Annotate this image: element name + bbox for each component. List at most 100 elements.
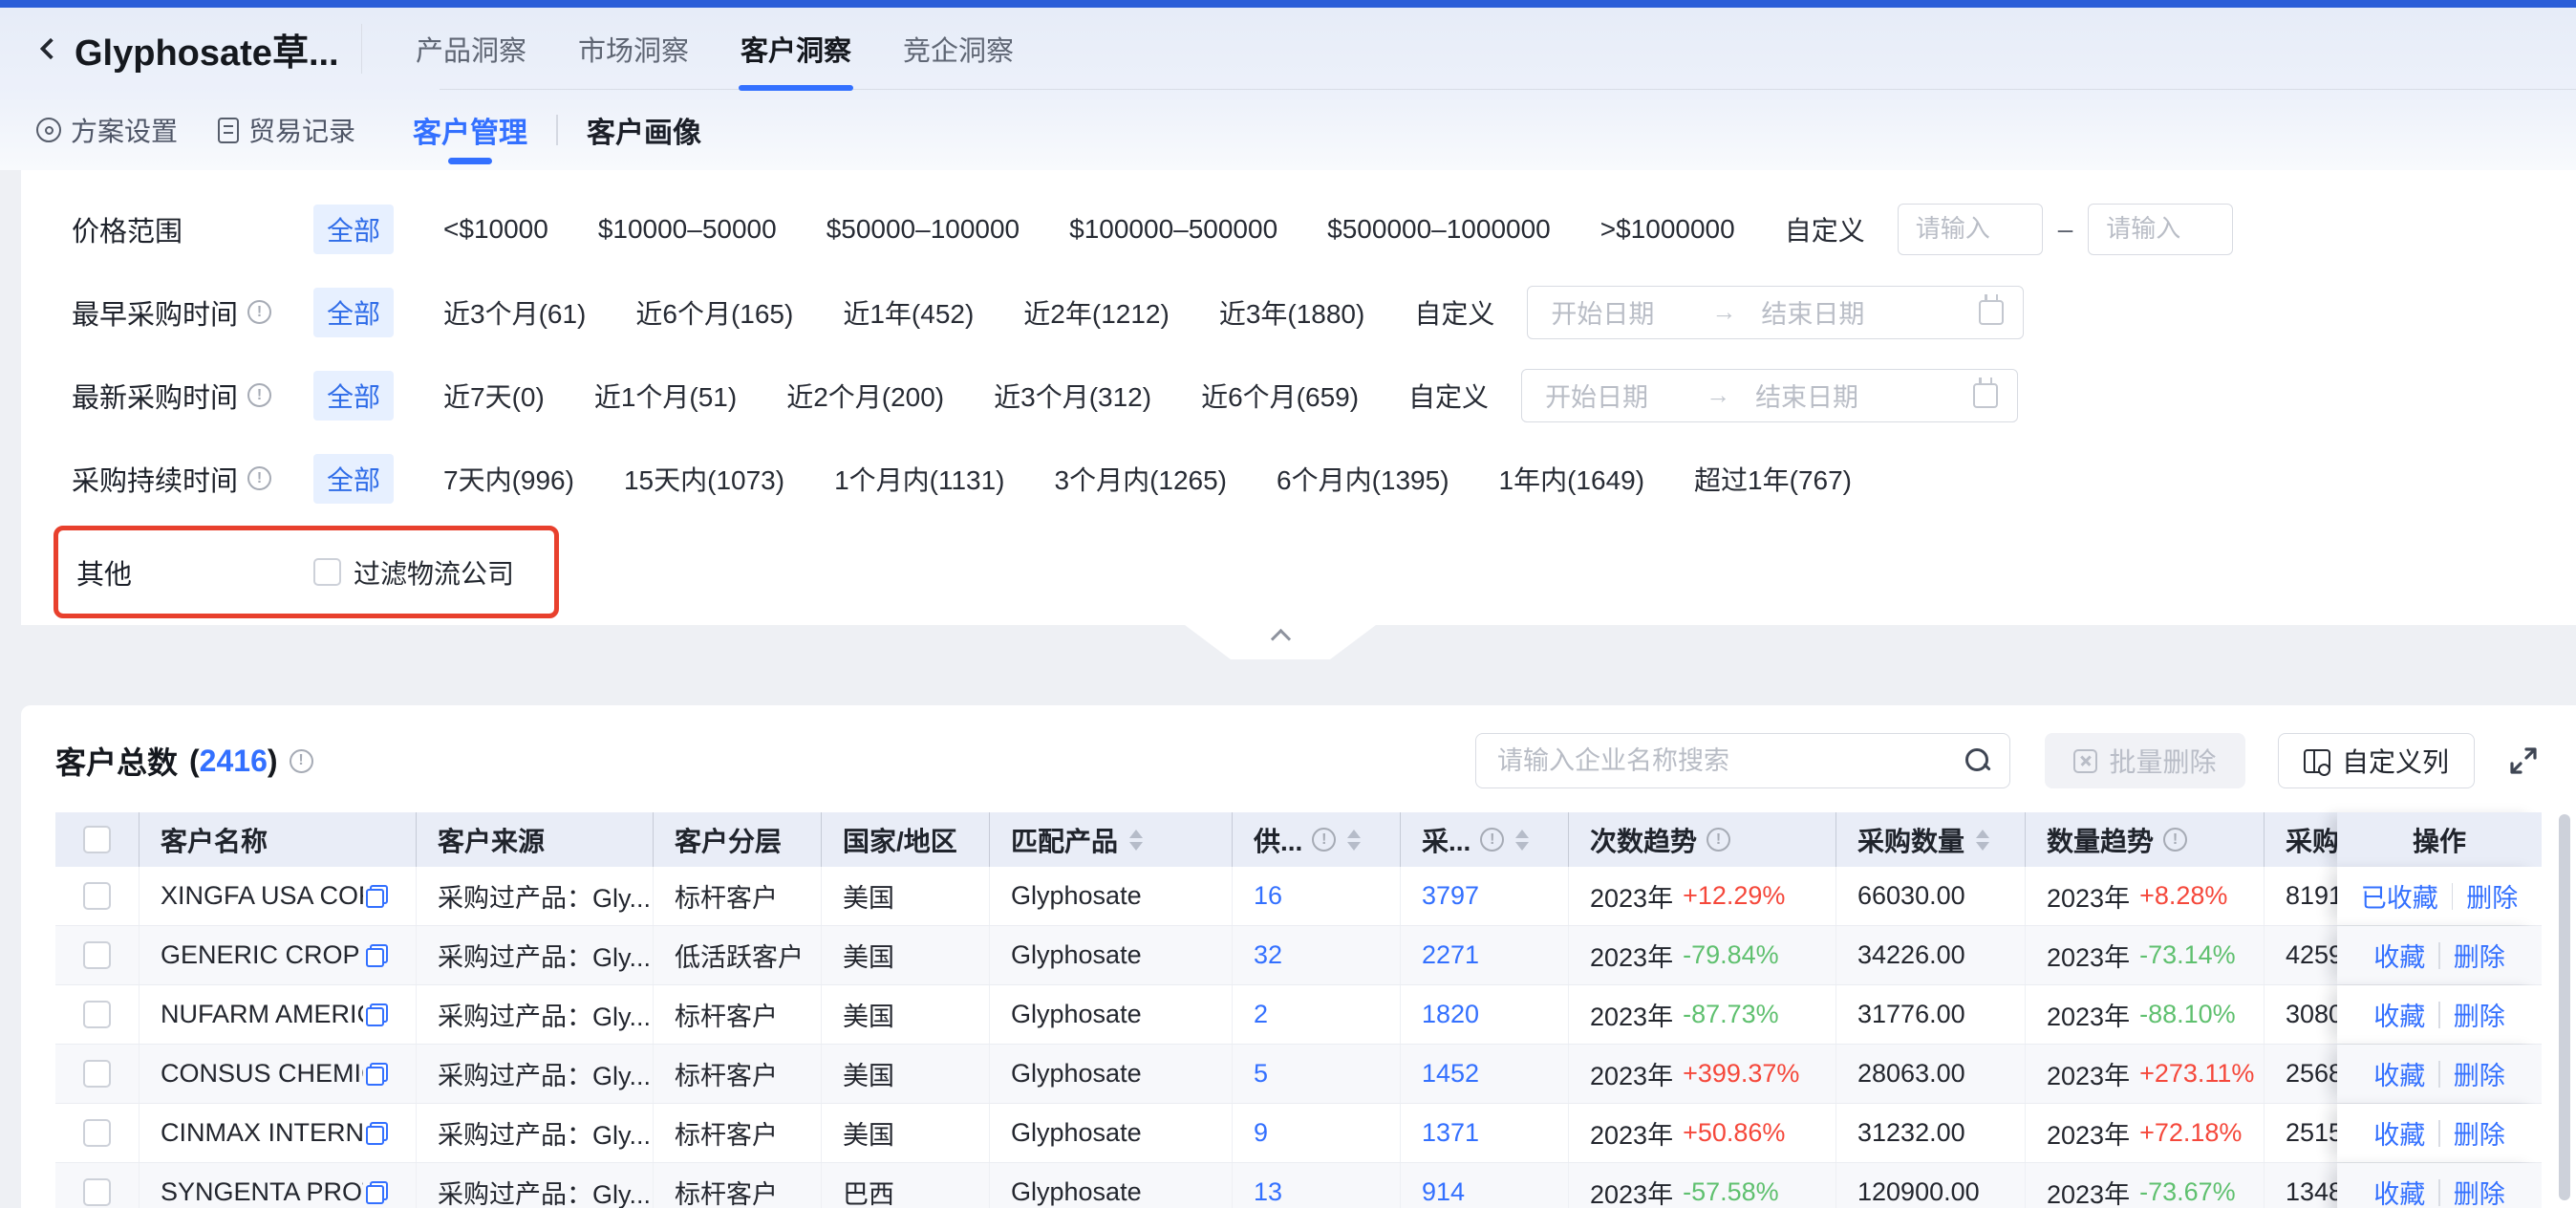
row-checkbox[interactable] — [83, 941, 111, 969]
collapse-filters-button[interactable] — [1185, 625, 1376, 659]
filter-option[interactable]: 3个月内(1265) — [1055, 460, 1228, 498]
filter-option[interactable]: 近2年(1212) — [1023, 293, 1170, 332]
batch-delete-button[interactable]: 批量删除 — [2045, 733, 2245, 788]
filter-option[interactable]: $500000–1000000 — [1327, 214, 1551, 245]
filter-option[interactable]: 全部 — [313, 205, 394, 254]
filter-option[interactable]: 自定义 — [1408, 377, 1489, 415]
info-icon[interactable]: ! — [1480, 828, 1504, 852]
info-icon[interactable]: ! — [247, 300, 271, 324]
filter-option[interactable]: 近6个月(659) — [1201, 377, 1359, 415]
drill-down-link[interactable]: 5 — [1254, 1059, 1268, 1089]
favorite-link[interactable]: 已收藏 — [2361, 877, 2438, 915]
custom-max-input[interactable] — [2088, 204, 2233, 255]
filter-logistics-label[interactable]: 过滤物流公司 — [354, 553, 514, 592]
date-range-picker[interactable]: 开始日期→结束日期 — [1521, 369, 2018, 422]
sort-carets-icon[interactable] — [1347, 830, 1361, 851]
copy-icon[interactable] — [365, 1003, 388, 1026]
info-icon[interactable]: ! — [290, 749, 313, 773]
date-range-picker[interactable]: 开始日期→结束日期 — [1527, 286, 2024, 339]
row-checkbox[interactable] — [83, 1119, 111, 1147]
row-checkbox[interactable] — [83, 1001, 111, 1028]
delete-link[interactable]: 删除 — [2454, 1114, 2505, 1152]
info-icon[interactable]: ! — [2163, 828, 2187, 852]
drill-down-link[interactable]: 914 — [1422, 1177, 1465, 1207]
delete-link[interactable]: 删除 — [2454, 937, 2505, 974]
search-icon[interactable] — [1965, 748, 1990, 773]
copy-icon[interactable] — [365, 1181, 388, 1204]
filter-option[interactable]: 近1年(452) — [843, 293, 974, 332]
drill-down-link[interactable]: 13 — [1254, 1177, 1282, 1207]
row-checkbox[interactable] — [83, 882, 111, 910]
filter-option[interactable]: $50000–100000 — [826, 214, 1020, 245]
info-icon[interactable]: ! — [247, 383, 271, 407]
tool-方案设置[interactable]: 方案设置 — [36, 111, 178, 149]
sort-carets-icon[interactable] — [1515, 830, 1529, 851]
info-icon[interactable]: ! — [1312, 828, 1336, 852]
filter-option[interactable]: 近2个月(200) — [786, 377, 944, 415]
drill-down-link[interactable]: 9 — [1254, 1118, 1268, 1148]
delete-link[interactable]: 删除 — [2454, 996, 2505, 1033]
sub-tab-客户管理[interactable]: 客户管理 — [413, 90, 527, 170]
back-icon[interactable] — [34, 32, 67, 65]
filter-option[interactable]: 7天内(996) — [443, 460, 574, 498]
favorite-link[interactable]: 收藏 — [2373, 996, 2425, 1033]
drill-down-link[interactable]: 1820 — [1422, 1000, 1479, 1029]
col-header-suppliers[interactable]: 供...! — [1233, 812, 1401, 867]
filter-option[interactable]: $100000–500000 — [1069, 214, 1277, 245]
drill-down-link[interactable]: 32 — [1254, 940, 1282, 970]
delete-link[interactable]: 删除 — [2466, 877, 2518, 915]
row-checkbox[interactable] — [83, 1060, 111, 1088]
col-header-qty[interactable]: 采购数量 — [1836, 812, 2026, 867]
vertical-scrollbar[interactable] — [2559, 814, 2570, 1200]
filter-option[interactable]: 近3年(1880) — [1219, 293, 1365, 332]
delete-link[interactable]: 删除 — [2454, 1174, 2505, 1208]
filter-option[interactable]: 全部 — [313, 454, 394, 504]
drill-down-link[interactable]: 3797 — [1422, 881, 1479, 911]
main-tab-市场洞察[interactable]: 市场洞察 — [576, 8, 691, 90]
main-tab-产品洞察[interactable]: 产品洞察 — [414, 8, 528, 90]
filter-option[interactable]: >$1000000 — [1600, 214, 1735, 245]
filter-option[interactable]: 全部 — [313, 288, 394, 337]
company-search-input[interactable] — [1480, 746, 1965, 776]
col-header-product[interactable]: 匹配产品 — [990, 812, 1233, 867]
drill-down-link[interactable]: 2 — [1254, 1000, 1268, 1029]
drill-down-link[interactable]: 1452 — [1422, 1059, 1479, 1089]
info-icon[interactable]: ! — [1707, 828, 1730, 852]
filter-option[interactable]: 1个月内(1131) — [834, 460, 1004, 498]
copy-icon[interactable] — [365, 885, 388, 908]
filter-option[interactable]: 近3个月(312) — [994, 377, 1151, 415]
favorite-link[interactable]: 收藏 — [2373, 1174, 2425, 1208]
custom-columns-button[interactable]: 自定义列 — [2278, 733, 2475, 788]
sort-carets-icon[interactable] — [1976, 830, 1989, 851]
drill-down-link[interactable]: 2271 — [1422, 940, 1479, 970]
delete-link[interactable]: 删除 — [2454, 1055, 2505, 1092]
filter-option[interactable]: 近3个月(61) — [443, 293, 586, 332]
filter-option[interactable]: 15天内(1073) — [624, 460, 784, 498]
select-all-checkbox[interactable] — [83, 826, 111, 853]
filter-option[interactable]: <$10000 — [443, 214, 548, 245]
col-header-purchases[interactable]: 采...! — [1401, 812, 1569, 867]
row-checkbox[interactable] — [83, 1178, 111, 1206]
filter-option[interactable]: 近1个月(51) — [594, 377, 737, 415]
sort-carets-icon[interactable] — [1129, 830, 1143, 851]
filter-option[interactable]: 全部 — [313, 371, 394, 421]
info-icon[interactable]: ! — [247, 466, 271, 490]
copy-icon[interactable] — [365, 944, 388, 967]
tool-贸易记录[interactable]: 贸易记录 — [218, 111, 355, 149]
drill-down-link[interactable]: 1371 — [1422, 1118, 1479, 1148]
main-tab-客户洞察[interactable]: 客户洞察 — [739, 8, 853, 90]
filter-option[interactable]: $10000–50000 — [598, 214, 777, 245]
drill-down-link[interactable]: 16 — [1254, 881, 1282, 911]
favorite-link[interactable]: 收藏 — [2373, 1055, 2425, 1092]
fullscreen-icon[interactable] — [2505, 743, 2542, 779]
filter-option[interactable]: 近7天(0) — [443, 377, 545, 415]
custom-min-input[interactable] — [1898, 204, 2043, 255]
copy-icon[interactable] — [365, 1122, 388, 1145]
main-tab-竞企洞察[interactable]: 竞企洞察 — [901, 8, 1016, 90]
filter-option[interactable]: 近6个月(165) — [635, 293, 793, 332]
sub-tab-客户画像[interactable]: 客户画像 — [587, 90, 701, 170]
favorite-link[interactable]: 收藏 — [2373, 937, 2425, 974]
filter-option[interactable]: 自定义 — [1785, 210, 1865, 248]
filter-logistics-checkbox[interactable] — [313, 558, 341, 586]
filter-option[interactable]: 1年内(1649) — [1499, 460, 1645, 498]
